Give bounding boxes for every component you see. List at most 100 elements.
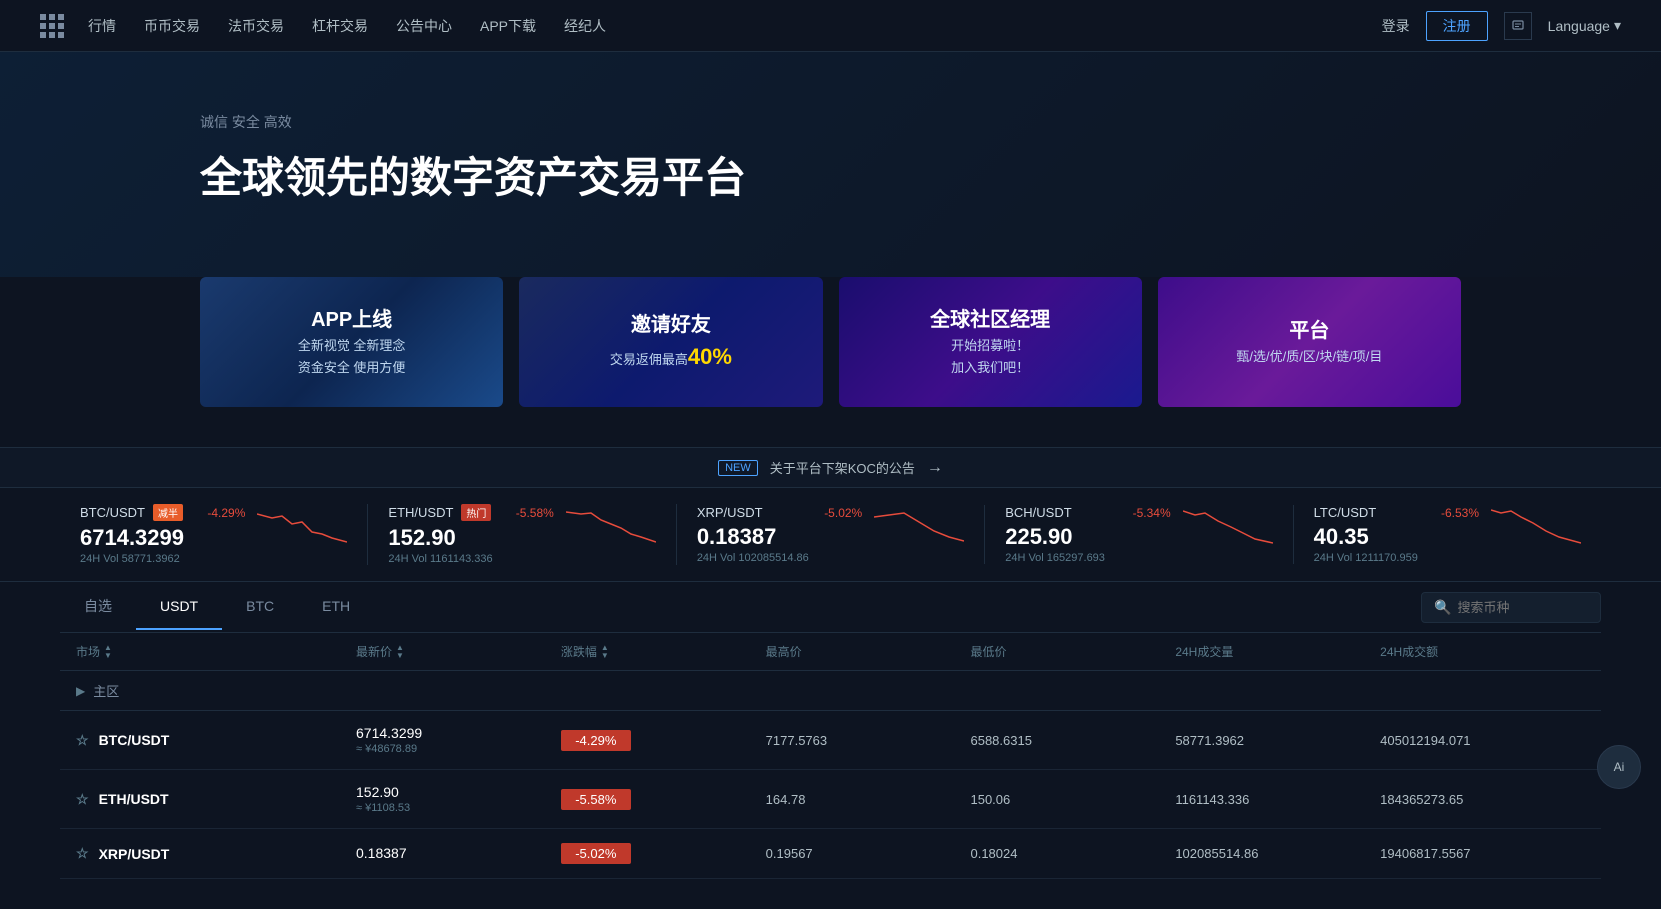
th-change[interactable]: 涨跌幅 ▲▼ xyxy=(561,643,766,660)
row-btc-change: -4.29% xyxy=(561,730,766,751)
ticker-eth-chart xyxy=(566,504,656,544)
login-button[interactable]: 登录 xyxy=(1382,16,1410,36)
star-eth-icon[interactable]: ☆ xyxy=(76,791,89,808)
ai-float-button[interactable]: Ai xyxy=(1597,745,1641,789)
nav-fiat-trade[interactable]: 法币交易 xyxy=(228,16,284,36)
row-btc-low: 6588.6315 xyxy=(970,733,1175,748)
row-xrp-price: 0.18387 xyxy=(356,845,561,863)
row-xrp-high: 0.19567 xyxy=(766,846,971,861)
ticker-xrp-vol: 24H Vol 102085514.86 xyxy=(697,552,862,564)
banner-platform[interactable]: 平台 甄/选/优/质/区/块/链/项/目 xyxy=(1158,277,1461,407)
ticker-eth[interactable]: ETH/USDT 热门 -5.58% 152.90 24H Vol 116114… xyxy=(368,504,676,565)
hero-section: 诚信 安全 高效 全球领先的数字资产交易平台 xyxy=(0,52,1661,277)
hero-title: 全球领先的数字资产交易平台 xyxy=(200,144,1461,205)
market-section: 自选 USDT BTC ETH 🔍 市场 ▲▼ 最新价 ▲▼ 涨跌幅 ▲▼ 最高… xyxy=(0,582,1661,879)
ticker-btc-chart xyxy=(257,504,347,544)
row-eth-amount: 184365273.65 xyxy=(1380,792,1585,807)
banner-app-text: APP上线 全新视觉 全新理念 资金安全 使用方便 xyxy=(298,307,406,377)
row-eth-price: 152.90 ≈ ¥1108.53 xyxy=(356,784,561,814)
tab-favorites[interactable]: 自选 xyxy=(60,582,136,632)
ticker-bch-pair: BCH/USDT xyxy=(1005,505,1071,520)
announcement-arrow: → xyxy=(927,459,943,477)
th-market[interactable]: 市场 ▲▼ xyxy=(76,643,356,660)
nav-announcement[interactable]: 公告中心 xyxy=(396,16,452,36)
ticker-eth-pair: ETH/USDT xyxy=(388,505,453,520)
row-eth-high: 164.78 xyxy=(766,792,971,807)
announcement-text: 关于平台下架KOC的公告 xyxy=(770,458,915,477)
row-eth-vol: 1161143.336 xyxy=(1175,792,1380,807)
ticker-ltc-vol: 24H Vol 1211170.959 xyxy=(1314,552,1479,564)
ticker-eth-vol: 24H Vol 1161143.336 xyxy=(388,553,553,565)
ticker-bch-vol: 24H Vol 165297.693 xyxy=(1005,552,1170,564)
ticker-bch-change: -5.34% xyxy=(1133,506,1171,520)
banner-community[interactable]: 全球社区经理 开始招募啦！ 加入我们吧！ xyxy=(839,277,1142,407)
ticker-btc-price: 6714.3299 xyxy=(80,525,245,551)
banner-invite[interactable]: 邀请好友 交易返佣最高40% xyxy=(519,277,822,407)
nav-links: 行情 币币交易 法币交易 杠杆交易 公告中心 APP下载 经纪人 xyxy=(88,16,1382,36)
row-btc-amount: 405012194.071 xyxy=(1380,733,1585,748)
row-eth-low: 150.06 xyxy=(970,792,1175,807)
banner-invite-text: 邀请好友 交易返佣最高40% xyxy=(610,312,732,373)
nav-app-download[interactable]: APP下载 xyxy=(480,16,536,36)
ticker-ltc-change: -6.53% xyxy=(1441,506,1479,520)
banner-app[interactable]: APP上线 全新视觉 全新理念 资金安全 使用方便 xyxy=(200,277,503,407)
row-eth-change: -5.58% xyxy=(561,789,766,810)
banner-grid: APP上线 全新视觉 全新理念 资金安全 使用方便 邀请好友 交易返佣最高40%… xyxy=(0,277,1661,447)
ticker-ltc-chart xyxy=(1491,505,1581,545)
tab-usdt[interactable]: USDT xyxy=(136,584,222,630)
row-btc-price: 6714.3299 ≈ ¥48678.89 xyxy=(356,725,561,755)
tab-eth[interactable]: ETH xyxy=(298,584,374,630)
nav-broker[interactable]: 经纪人 xyxy=(564,16,606,36)
ticker-bch-price: 225.90 xyxy=(1005,524,1170,550)
nav-leverage[interactable]: 杠杆交易 xyxy=(312,16,368,36)
th-high: 最高价 xyxy=(766,643,971,660)
ticker-btc-change: -4.29% xyxy=(207,506,245,520)
table-row[interactable]: ☆ XRP/USDT 0.18387 -5.02% 0.19567 0.1802… xyxy=(60,829,1601,879)
navbar: 行情 币币交易 法币交易 杠杆交易 公告中心 APP下载 经纪人 登录 注册 L… xyxy=(0,0,1661,52)
ticker-bar: BTC/USDT 减半 -4.29% 6714.3299 24H Vol 587… xyxy=(0,488,1661,582)
nav-market[interactable]: 行情 xyxy=(88,16,116,36)
announcement-bar[interactable]: NEW 关于平台下架KOC的公告 → xyxy=(0,447,1661,488)
ticker-btc[interactable]: BTC/USDT 减半 -4.29% 6714.3299 24H Vol 587… xyxy=(60,504,368,565)
row-eth-market: ☆ ETH/USDT xyxy=(76,791,356,808)
ticker-btc-pair: BTC/USDT xyxy=(80,505,145,520)
star-xrp-icon[interactable]: ☆ xyxy=(76,845,89,862)
th-amount: 24H成交额 xyxy=(1380,643,1585,660)
row-btc-vol: 58771.3962 xyxy=(1175,733,1380,748)
th-vol: 24H成交量 xyxy=(1175,643,1380,660)
ticker-bch-chart xyxy=(1183,505,1273,545)
register-button[interactable]: 注册 xyxy=(1426,11,1488,41)
table-row[interactable]: ☆ BTC/USDT 6714.3299 ≈ ¥48678.89 -4.29% … xyxy=(60,711,1601,770)
ticker-xrp[interactable]: XRP/USDT -5.02% 0.18387 24H Vol 10208551… xyxy=(677,505,985,564)
ticker-eth-price: 152.90 xyxy=(388,525,553,551)
market-search: 🔍 xyxy=(1421,592,1601,623)
grid-icon[interactable] xyxy=(40,14,64,38)
language-button[interactable]: Language ▾ xyxy=(1548,17,1621,34)
table-header: 市场 ▲▼ 最新价 ▲▼ 涨跌幅 ▲▼ 最高价 最低价 24H成交量 24H成交… xyxy=(60,633,1601,671)
row-xrp-low: 0.18024 xyxy=(970,846,1175,861)
section-divider: ▶ 主区 xyxy=(60,671,1601,711)
row-xrp-vol: 102085514.86 xyxy=(1175,846,1380,861)
hero-subtitle: 诚信 安全 高效 xyxy=(200,112,1461,132)
notification-icon[interactable] xyxy=(1504,12,1532,40)
ticker-ltc[interactable]: LTC/USDT -6.53% 40.35 24H Vol 1211170.95… xyxy=(1294,505,1601,564)
ticker-eth-change: -5.58% xyxy=(516,506,554,520)
th-price[interactable]: 最新价 ▲▼ xyxy=(356,643,561,660)
market-tabs: 自选 USDT BTC ETH 🔍 xyxy=(60,582,1601,633)
ticker-xrp-price: 0.18387 xyxy=(697,524,862,550)
star-btc-icon[interactable]: ☆ xyxy=(76,732,89,749)
search-input[interactable] xyxy=(1457,600,1588,615)
row-btc-market: ☆ BTC/USDT xyxy=(76,732,356,749)
ticker-xrp-chart xyxy=(874,505,964,545)
row-btc-high: 7177.5763 xyxy=(766,733,971,748)
tab-btc[interactable]: BTC xyxy=(222,584,298,630)
ticker-btc-vol: 24H Vol 58771.3962 xyxy=(80,553,245,565)
row-xrp-amount: 19406817.5567 xyxy=(1380,846,1585,861)
search-icon: 🔍 xyxy=(1434,599,1451,616)
row-xrp-market: ☆ XRP/USDT xyxy=(76,845,356,862)
nav-coin-trade[interactable]: 币币交易 xyxy=(144,16,200,36)
banner-platform-text: 平台 甄/选/优/质/区/块/链/项/目 xyxy=(1236,318,1382,366)
ticker-ltc-pair: LTC/USDT xyxy=(1314,505,1377,520)
ticker-bch[interactable]: BCH/USDT -5.34% 225.90 24H Vol 165297.69… xyxy=(985,505,1293,564)
table-row[interactable]: ☆ ETH/USDT 152.90 ≈ ¥1108.53 -5.58% 164.… xyxy=(60,770,1601,829)
